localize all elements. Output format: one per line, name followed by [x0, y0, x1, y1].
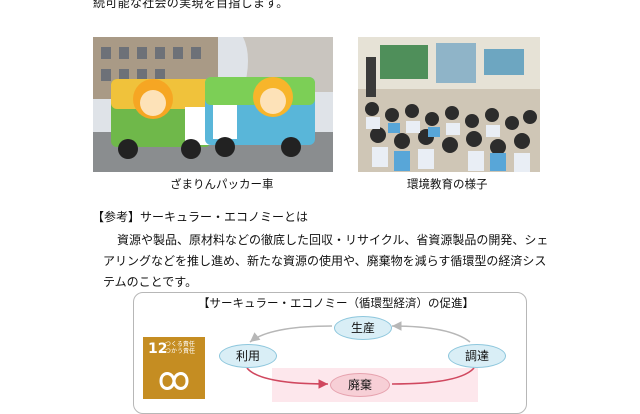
node-waste: 廃棄: [330, 373, 390, 397]
sdg-12-icon: 12 つくる責任 つかう責任: [143, 337, 205, 399]
infinity-icon: [159, 372, 189, 390]
node-procurement: 調達: [448, 344, 506, 368]
node-production: 生産: [334, 316, 392, 340]
cycle-arrows: [246, 321, 475, 389]
node-use: 利用: [219, 344, 277, 368]
